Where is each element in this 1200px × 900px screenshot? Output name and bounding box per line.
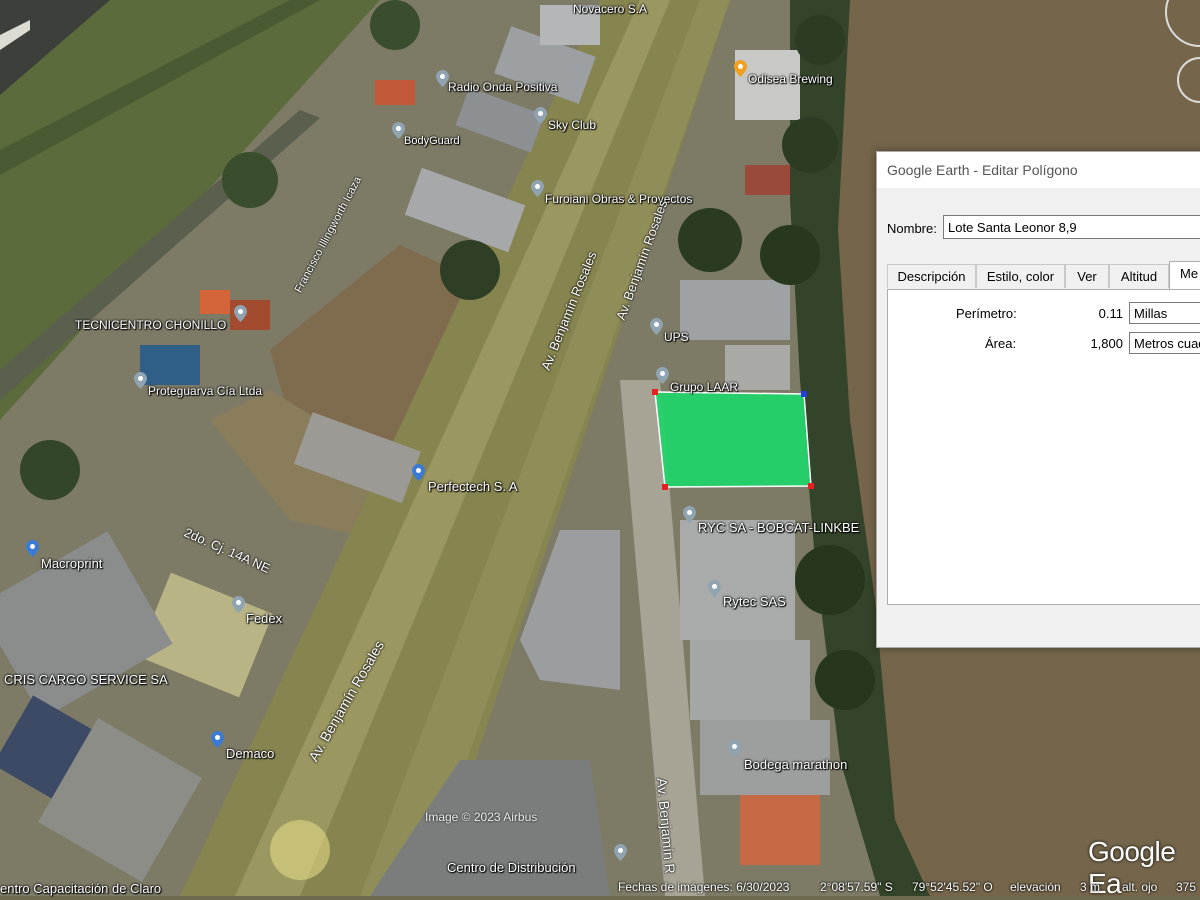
name-label: Nombre: [887, 221, 937, 236]
eye-alt-value: 375 [1176, 880, 1197, 894]
perimeter-unit-select[interactable]: Millas [1129, 302, 1200, 324]
tab-estilo-color[interactable]: Estilo, color [976, 264, 1065, 288]
place-label[interactable]: Fedex [246, 611, 282, 626]
measurements-panel: Perímetro: 0.11 Millas Área: 1,800 Metro… [887, 289, 1200, 605]
map-pin-icon[interactable] [534, 107, 547, 124]
place-label[interactable]: Novacero S.A [573, 2, 647, 16]
tab-descripcion[interactable]: Descripción [887, 264, 976, 288]
perimeter-label: Perímetro: [956, 306, 1017, 321]
map-pin-icon[interactable] [531, 180, 544, 197]
map-pin-icon[interactable] [650, 318, 663, 335]
dialog-title: Google Earth - Editar Polígono [887, 162, 1078, 178]
map-pin-icon[interactable] [656, 367, 669, 384]
map-pin-icon[interactable] [26, 540, 39, 557]
place-label[interactable]: CRIS CARGO SERVICE SA [4, 672, 168, 687]
place-label[interactable]: Macroprint [41, 556, 102, 571]
map-pin-icon[interactable] [211, 731, 224, 748]
area-unit-select[interactable]: Metros cuad [1129, 332, 1200, 354]
map-pin-icon[interactable] [392, 122, 405, 139]
map-pin-icon[interactable] [232, 596, 245, 613]
elevation-value: 3 m [1080, 880, 1101, 894]
place-label[interactable]: Rytec SAS [723, 594, 786, 609]
longitude: 79°52'45.52" O [912, 880, 993, 894]
place-label[interactable]: Demaco [226, 746, 274, 761]
imagery-copyright: Image © 2023 Airbus [425, 810, 538, 824]
place-label[interactable]: Sky Club [548, 118, 596, 132]
eye-alt-label: alt. ojo [1122, 880, 1158, 894]
map-pin-icon[interactable] [412, 464, 425, 481]
dialog-titlebar[interactable]: Google Earth - Editar Polígono [877, 152, 1200, 188]
latitude: 2°08'57.59" S [820, 880, 893, 894]
place-label[interactable]: RYC SA - BOBCAT-LINKBE [698, 520, 859, 535]
map-pin-icon[interactable] [234, 305, 247, 322]
map-pin-icon[interactable] [708, 580, 721, 597]
tab-medidas[interactable]: Me [1169, 261, 1200, 289]
place-label[interactable]: Centro de Distribución [447, 860, 576, 875]
area-value: 1,800 [1090, 336, 1123, 351]
map-pin-icon[interactable] [734, 60, 747, 77]
tab-ver[interactable]: Ver [1065, 264, 1109, 288]
place-label[interactable]: Perfectech S. A [428, 479, 518, 494]
name-input[interactable]: Lote Santa Leonor 8,9 [943, 215, 1200, 239]
map-pin-icon[interactable] [436, 70, 449, 87]
perimeter-value: 0.11 [1098, 306, 1123, 321]
place-label[interactable]: UPS [664, 330, 689, 344]
place-label[interactable]: BodyGuard [404, 135, 460, 147]
land-polygon [654, 391, 812, 488]
place-label[interactable]: Bodega marathon [744, 757, 847, 772]
map-pin-icon[interactable] [614, 844, 627, 861]
tab-altitud[interactable]: Altitud [1109, 264, 1169, 288]
map-pin-icon[interactable] [683, 506, 696, 523]
elevation-label: elevación [1010, 880, 1061, 894]
area-label: Área: [985, 336, 1017, 351]
map-pin-icon[interactable] [134, 372, 147, 389]
place-label[interactable]: Grupo LAAR [670, 380, 738, 394]
map-pin-icon[interactable] [728, 740, 741, 757]
edit-polygon-dialog: Google Earth - Editar Polígono Nombre: L… [876, 151, 1200, 648]
place-label[interactable]: Proteguarva Cía Ltda [148, 384, 262, 398]
place-label[interactable]: TECNICENTRO CHONILLO [75, 318, 226, 332]
place-label[interactable]: Odisea Brewing [748, 72, 833, 86]
place-label[interactable]: Furoiani Obras & Proyectos [545, 192, 692, 206]
place-label[interactable]: Radio Onda Positiva [448, 80, 557, 94]
imagery-date: Fechas de imágenes: 6/30/2023 [618, 880, 790, 894]
status-bar: Fechas de imágenes: 6/30/2023 2°08'57.59… [0, 878, 1200, 896]
